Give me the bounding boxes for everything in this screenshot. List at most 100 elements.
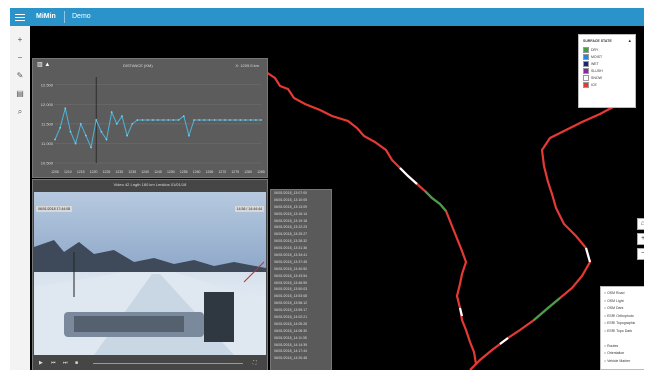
- legend-label: ICE: [591, 83, 597, 87]
- play-icon[interactable]: ▶: [39, 360, 43, 366]
- map-zoom-in-button[interactable]: +: [637, 233, 644, 245]
- layer-option[interactable]: ○ Vehicle Marker: [604, 358, 644, 366]
- x-tick-label: 1275: [231, 170, 239, 174]
- timestamp-entry[interactable]: 06/01/2018_13:40:50: [271, 266, 331, 273]
- video-timestamp-left: 06/01/2018 17:44:08: [36, 206, 73, 212]
- timestamp-entry[interactable]: 06/01/2018_13:10:05: [271, 197, 331, 204]
- timestamp-entry[interactable]: 06/01/2018_13:19:18: [271, 218, 331, 225]
- timestamp-entry[interactable]: 06/01/2018_13:53:08: [271, 293, 331, 300]
- timestamp-entry[interactable]: 06/01/2018_13:59:17: [271, 307, 331, 314]
- stop-icon[interactable]: ■: [75, 360, 78, 366]
- timestamp-entry[interactable]: 06/01/2018_13:13:09: [271, 204, 331, 211]
- calendar-icon[interactable]: ▤: [14, 88, 26, 100]
- distance-point: [188, 134, 190, 137]
- distance-point: [95, 119, 98, 121]
- timestamp-entry[interactable]: 06/01/2018_13:37:45: [271, 259, 331, 266]
- timestamp-entry[interactable]: 06/01/2018_13:43:54: [271, 273, 331, 280]
- x-tick-label: 1245: [154, 170, 162, 174]
- layer-option[interactable]: ○ ESRI Topographic: [604, 320, 644, 328]
- y-tick-label: 12.000: [41, 102, 54, 107]
- search-icon[interactable]: ⌕: [14, 106, 26, 118]
- legend-items: DRY MOIST WET SLUSH SNOW ICE: [583, 47, 603, 89]
- map-home-icon[interactable]: ⌂: [637, 218, 644, 230]
- distance-point: [69, 130, 72, 133]
- distance-point: [79, 123, 82, 125]
- timestamp-entry[interactable]: 06/01/2018_14:02:21: [271, 314, 331, 321]
- x-tick-label: 1205: [51, 170, 59, 174]
- timestamp-entry[interactable]: 06/01/2018_13:34:41: [271, 252, 331, 259]
- layer-option[interactable]: ○ OSM Light: [604, 298, 644, 306]
- layer-option[interactable]: ○ ESRI Orthophoto: [604, 313, 644, 321]
- legend-swatch: [583, 61, 589, 68]
- distance-series-line: [54, 108, 261, 150]
- pencil-icon[interactable]: ✎: [14, 70, 26, 82]
- chart-toolbar-icon[interactable]: ▥ ▲: [37, 62, 51, 68]
- distance-point: [234, 119, 237, 121]
- timestamp-entry[interactable]: 06/01/2018_13:25:27: [271, 231, 331, 238]
- layer-option[interactable]: ○ Orientation: [604, 350, 644, 358]
- legend-item: ICE: [583, 82, 603, 89]
- legend-item: SLUSH: [583, 68, 603, 75]
- x-tick-label: 1225: [103, 170, 111, 174]
- layer-option[interactable]: ○ Routes: [604, 343, 644, 351]
- chart-readout: X: 1209.5 km: [235, 63, 259, 68]
- distance-point: [141, 119, 144, 121]
- menu-icon[interactable]: [15, 12, 25, 22]
- distance-point: [151, 119, 154, 121]
- skip-forward-icon[interactable]: ⏭: [63, 360, 68, 366]
- timestamp-entry[interactable]: 06/01/2018_14:08:30: [271, 328, 331, 335]
- legend-swatch: [583, 68, 589, 75]
- timestamp-entry[interactable]: 06/01/2018_13:22:23: [271, 224, 331, 231]
- legend-label: MOIST: [591, 55, 603, 59]
- y-tick-label: 11.000: [41, 141, 54, 146]
- road-scene-graphic: [34, 192, 266, 355]
- timestamp-entry[interactable]: 06/01/2018_14:14:39: [271, 342, 331, 349]
- distance-point: [172, 119, 175, 121]
- layer-option[interactable]: [604, 335, 644, 343]
- distance-point: [182, 115, 185, 117]
- timestamp-entry[interactable]: 06/01/2018_13:16:14: [271, 211, 331, 218]
- x-tick-label: 1235: [128, 170, 136, 174]
- route-snow-segment: [584, 247, 592, 263]
- x-tick-label: 1210: [64, 170, 72, 174]
- layer-option[interactable]: ○ ESRI Topo Dark: [604, 328, 644, 336]
- distance-point: [105, 138, 108, 141]
- distance-point: [54, 138, 56, 141]
- video-controls: ▶ ⏮ ⏭ ■ ⛶: [33, 356, 267, 370]
- video-panel: Video 42 Lngth 160 km Lenklos 01/01/18 0…: [32, 179, 268, 370]
- timestamp-entry[interactable]: 06/01/2018_14:11:35: [271, 335, 331, 342]
- distance-point: [90, 146, 92, 149]
- fullscreen-icon[interactable]: ⛶: [253, 360, 257, 366]
- distance-point: [100, 130, 103, 133]
- x-tick-label: 1240: [141, 170, 149, 174]
- timestamp-entry[interactable]: 06/01/2018_14:20:48: [271, 355, 331, 362]
- legend-swatch: [583, 54, 589, 61]
- timestamp-entry[interactable]: 06/01/2018_13:56:12: [271, 300, 331, 307]
- timestamp-entry[interactable]: 06/01/2018_13:31:36: [271, 245, 331, 252]
- video-progress-bar[interactable]: [93, 363, 243, 364]
- x-tick-label: 1230: [115, 170, 123, 174]
- timestamp-entry[interactable]: 06/01/2018_13:46:59: [271, 280, 331, 287]
- x-tick-label: 1270: [218, 170, 226, 174]
- distance-point: [224, 119, 226, 121]
- legend-title: SURFACE STATE: [583, 39, 612, 43]
- zoom-in-icon[interactable]: +: [14, 34, 26, 46]
- collapse-icon[interactable]: ▴: [628, 38, 631, 44]
- timestamp-entry[interactable]: 06/01/2018_14:05:26: [271, 321, 331, 328]
- skip-back-icon[interactable]: ⏮: [51, 360, 56, 366]
- legend-item: DRY: [583, 47, 603, 54]
- timestamp-list: 06/01/2018_13:07:00 06/01/2018_13:10:05 06…: [270, 189, 332, 370]
- layer-option[interactable]: ○ OSM Road: [604, 290, 644, 298]
- timestamp-entry[interactable]: 06/01/2018_13:28:32: [271, 238, 331, 245]
- distance-point: [203, 119, 206, 121]
- zoom-out-icon[interactable]: −: [14, 52, 26, 64]
- x-tick-label: 1265: [206, 170, 214, 174]
- timestamp-entry[interactable]: 06/01/2018_13:50:03: [271, 286, 331, 293]
- x-tick-label: 1260: [193, 170, 201, 174]
- timestamp-entry[interactable]: 06/01/2018_14:17:44: [271, 348, 331, 355]
- dashcam-image: 06/01/2018 17:44:08 14:36 / 14:44:44: [34, 192, 266, 355]
- timestamp-entry[interactable]: 06/01/2018_13:07:00: [271, 190, 331, 197]
- layer-option[interactable]: ○ OSM Dark: [604, 305, 644, 313]
- x-tick-label: 1250: [167, 170, 175, 174]
- map-zoom-out-button[interactable]: −: [637, 248, 644, 260]
